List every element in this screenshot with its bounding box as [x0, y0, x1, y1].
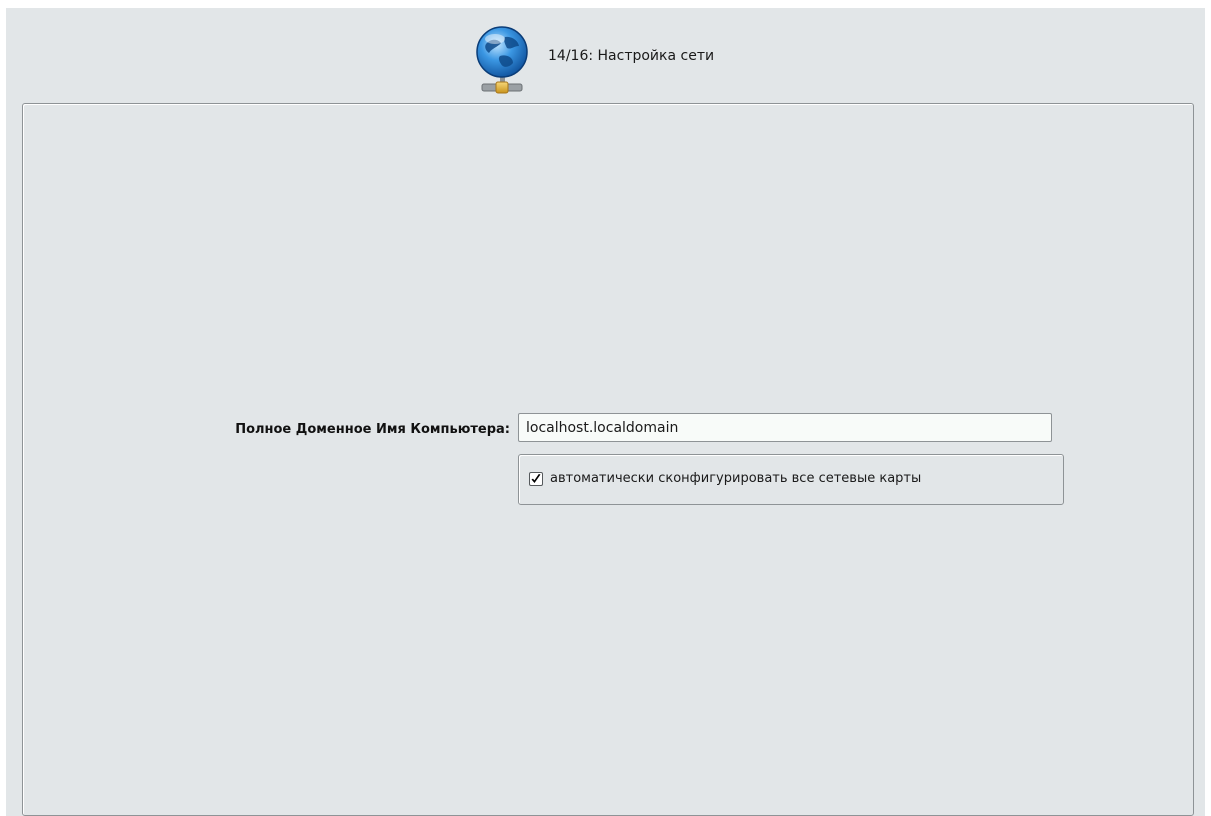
- step-header: 14/16: Настройка сети: [6, 8, 1205, 103]
- network-settings-panel: Полное Доменное Имя Компьютера: автомати…: [22, 103, 1194, 816]
- checkmark-icon: [531, 474, 541, 483]
- auto-config-group: автоматически сконфигурировать все сетев…: [518, 454, 1064, 505]
- fqdn-label: Полное Доменное Имя Компьютера:: [235, 422, 510, 437]
- auto-config-checkbox[interactable]: [529, 472, 543, 486]
- installer-window: 14/16: Настройка сети Полное Доменное Им…: [6, 8, 1205, 816]
- auto-config-label[interactable]: автоматически сконфигурировать все сетев…: [550, 471, 921, 486]
- network-globe-icon: [471, 22, 533, 100]
- fqdn-input[interactable]: [518, 413, 1052, 442]
- step-title: 14/16: Настройка сети: [548, 48, 715, 64]
